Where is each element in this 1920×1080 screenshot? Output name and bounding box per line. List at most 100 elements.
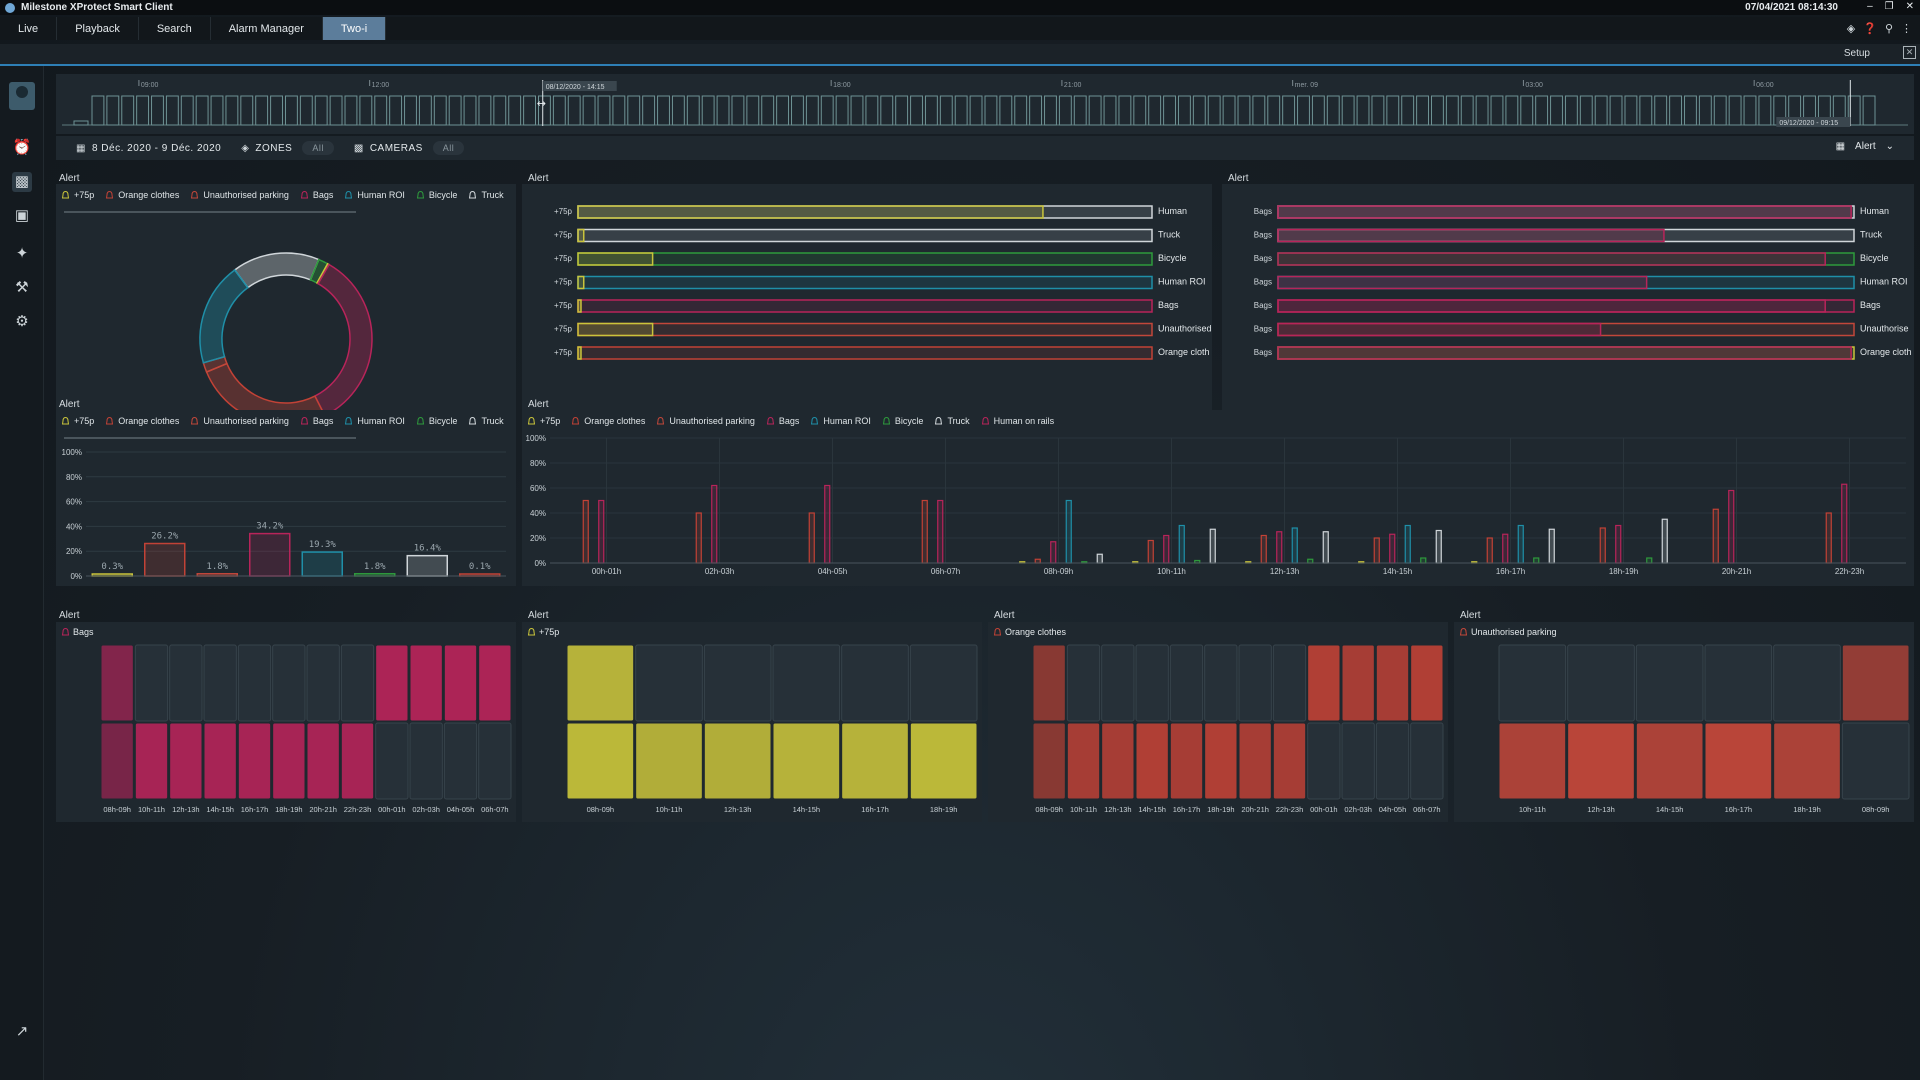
hourly-bar[interactable] <box>1517 524 1524 564</box>
heatmap-cell[interactable] <box>100 644 134 722</box>
heatmap-cell[interactable] <box>1032 722 1066 800</box>
hourly-bar[interactable] <box>1661 518 1668 564</box>
cameras-value[interactable]: All <box>432 141 465 155</box>
heatmap-cell[interactable] <box>409 722 443 800</box>
heatmap-cell[interactable] <box>443 722 478 800</box>
tab-playback[interactable]: Playback <box>57 17 139 40</box>
setup-button[interactable]: Setup <box>1844 48 1870 59</box>
tab-live[interactable]: Live <box>0 17 58 40</box>
heatmap-cell[interactable] <box>1307 722 1341 800</box>
heatmap-cell[interactable] <box>1410 722 1444 800</box>
pin-icon[interactable]: ⚲ <box>1885 22 1893 35</box>
heatmap-cell[interactable] <box>635 644 703 722</box>
link-icon[interactable]: ◈ <box>1847 22 1855 35</box>
heatmap-cell[interactable] <box>1635 722 1704 800</box>
heatmap-cell[interactable] <box>1375 644 1410 722</box>
help-icon[interactable]: ❓ <box>1863 22 1877 35</box>
hourly-bar[interactable] <box>1841 483 1848 564</box>
hbar-left-segment[interactable] <box>577 299 582 313</box>
restore-icon[interactable]: ❐ <box>1885 1 1894 12</box>
hbar-right-segment[interactable] <box>577 275 1153 290</box>
hbar-left-segment[interactable] <box>577 205 1044 219</box>
heatmap-cell[interactable] <box>1635 644 1704 722</box>
heatmap-cell[interactable] <box>237 722 272 800</box>
heatmap-cell[interactable] <box>100 722 134 800</box>
heatmap-cell[interactable] <box>909 722 978 800</box>
heatmap-cell[interactable] <box>1101 644 1135 722</box>
hourly-bar[interactable] <box>1389 533 1396 564</box>
heatmap-cell[interactable] <box>306 722 340 800</box>
heatmap-cell[interactable] <box>203 722 237 800</box>
hbar-left-segment[interactable] <box>1277 205 1852 219</box>
heatmap-cell[interactable] <box>1375 722 1410 800</box>
hourly-bar[interactable] <box>1065 499 1072 564</box>
heatmap-cell[interactable] <box>772 722 841 800</box>
heatmap-cell[interactable] <box>1341 722 1375 800</box>
hourly-bar[interactable] <box>1178 524 1185 564</box>
heatmap-cell[interactable] <box>1567 722 1635 800</box>
heatmap-cell[interactable] <box>340 644 375 722</box>
hbar-right-segment[interactable] <box>577 299 1153 313</box>
hourly-bar[interactable] <box>695 512 702 564</box>
hbar-left-segment[interactable] <box>577 252 654 266</box>
heatmap-cell[interactable] <box>134 722 169 800</box>
hourly-bar[interactable] <box>937 499 944 564</box>
hbar-right-segment[interactable] <box>577 346 1153 360</box>
heatmap-cell[interactable] <box>1704 644 1773 722</box>
external-link-icon[interactable]: ↗ <box>12 1022 32 1042</box>
alert-select[interactable]: ▦ Alert ⌄ <box>1836 141 1894 152</box>
hbar-left-segment[interactable] <box>1277 322 1602 337</box>
heatmap-cell[interactable] <box>1410 644 1444 722</box>
hourly-bar[interactable] <box>1276 531 1283 564</box>
heatmap-cell[interactable] <box>841 722 909 800</box>
hbar-left-segment[interactable] <box>1277 228 1665 243</box>
heatmap-cell[interactable] <box>169 722 203 800</box>
timeline-histogram[interactable]: 09:00 12:00 18:00 21:00 mer. 09 03:00 06:00 08/… <box>56 74 1914 134</box>
tab-two-i[interactable]: Two-i <box>322 17 387 40</box>
heatmap-cell[interactable] <box>1341 644 1375 722</box>
hourly-bar[interactable] <box>1420 557 1427 564</box>
hbar-left-segment[interactable] <box>1277 252 1826 266</box>
heatmap-cell[interactable] <box>703 644 772 722</box>
heatmap-cell[interactable] <box>1238 722 1272 800</box>
hourly-bar[interactable] <box>921 499 928 564</box>
heatmap-cell[interactable] <box>1135 644 1169 722</box>
hourly-bar[interactable] <box>1147 539 1154 564</box>
heatmap-legend[interactable]: +75p <box>527 627 560 637</box>
heatmap-legend[interactable]: Unauthorised parking <box>1459 627 1557 637</box>
heatmap-cell[interactable] <box>1773 644 1841 722</box>
hourly-bar[interactable] <box>1260 534 1267 564</box>
heatmap-cell[interactable] <box>478 644 512 722</box>
heatmap-cell[interactable] <box>375 644 409 722</box>
hourly-bar[interactable] <box>808 512 815 564</box>
hourly-bar[interactable] <box>1728 489 1735 564</box>
donut-slice[interactable] <box>313 263 373 417</box>
heatmap-cell[interactable] <box>1169 644 1204 722</box>
zones-filter[interactable]: ◈ ZONES All <box>241 141 334 155</box>
tools-icon[interactable]: ⚒ <box>12 278 32 298</box>
hbar-right-segment[interactable] <box>577 252 1153 266</box>
heatmap-cell[interactable] <box>272 722 306 800</box>
heatmap-cell[interactable] <box>1307 644 1341 722</box>
hourly-bar[interactable] <box>824 484 831 564</box>
timeline[interactable]: 09:00 12:00 18:00 21:00 mer. 09 03:00 06:00 08/… <box>56 74 1914 134</box>
heatmap-cell[interactable] <box>703 722 772 800</box>
hourly-bar[interactable] <box>1502 533 1509 564</box>
heatmap-cell[interactable] <box>203 644 237 722</box>
hourly-bar[interactable] <box>1599 527 1606 564</box>
hourly-bar[interactable] <box>1615 524 1622 564</box>
fullscreen-icon[interactable]: ✕ <box>1903 46 1916 59</box>
heatmap-cell[interactable] <box>1272 644 1307 722</box>
heatmap-legend[interactable]: Orange clothes <box>993 627 1067 637</box>
avatar[interactable] <box>9 82 35 110</box>
hourly-bar[interactable] <box>1291 527 1298 564</box>
heatmap-cell[interactable] <box>841 644 909 722</box>
heatmap-cell[interactable] <box>1066 644 1101 722</box>
heatmap-cell[interactable] <box>1066 722 1101 800</box>
hbar-left-segment[interactable] <box>577 275 585 290</box>
hourly-bar[interactable] <box>1096 553 1103 564</box>
heatmap-cell[interactable] <box>635 722 703 800</box>
heatmap-cell[interactable] <box>340 722 375 800</box>
hbar-left-segment[interactable] <box>577 228 585 243</box>
heatmap-cell[interactable] <box>1238 644 1272 722</box>
